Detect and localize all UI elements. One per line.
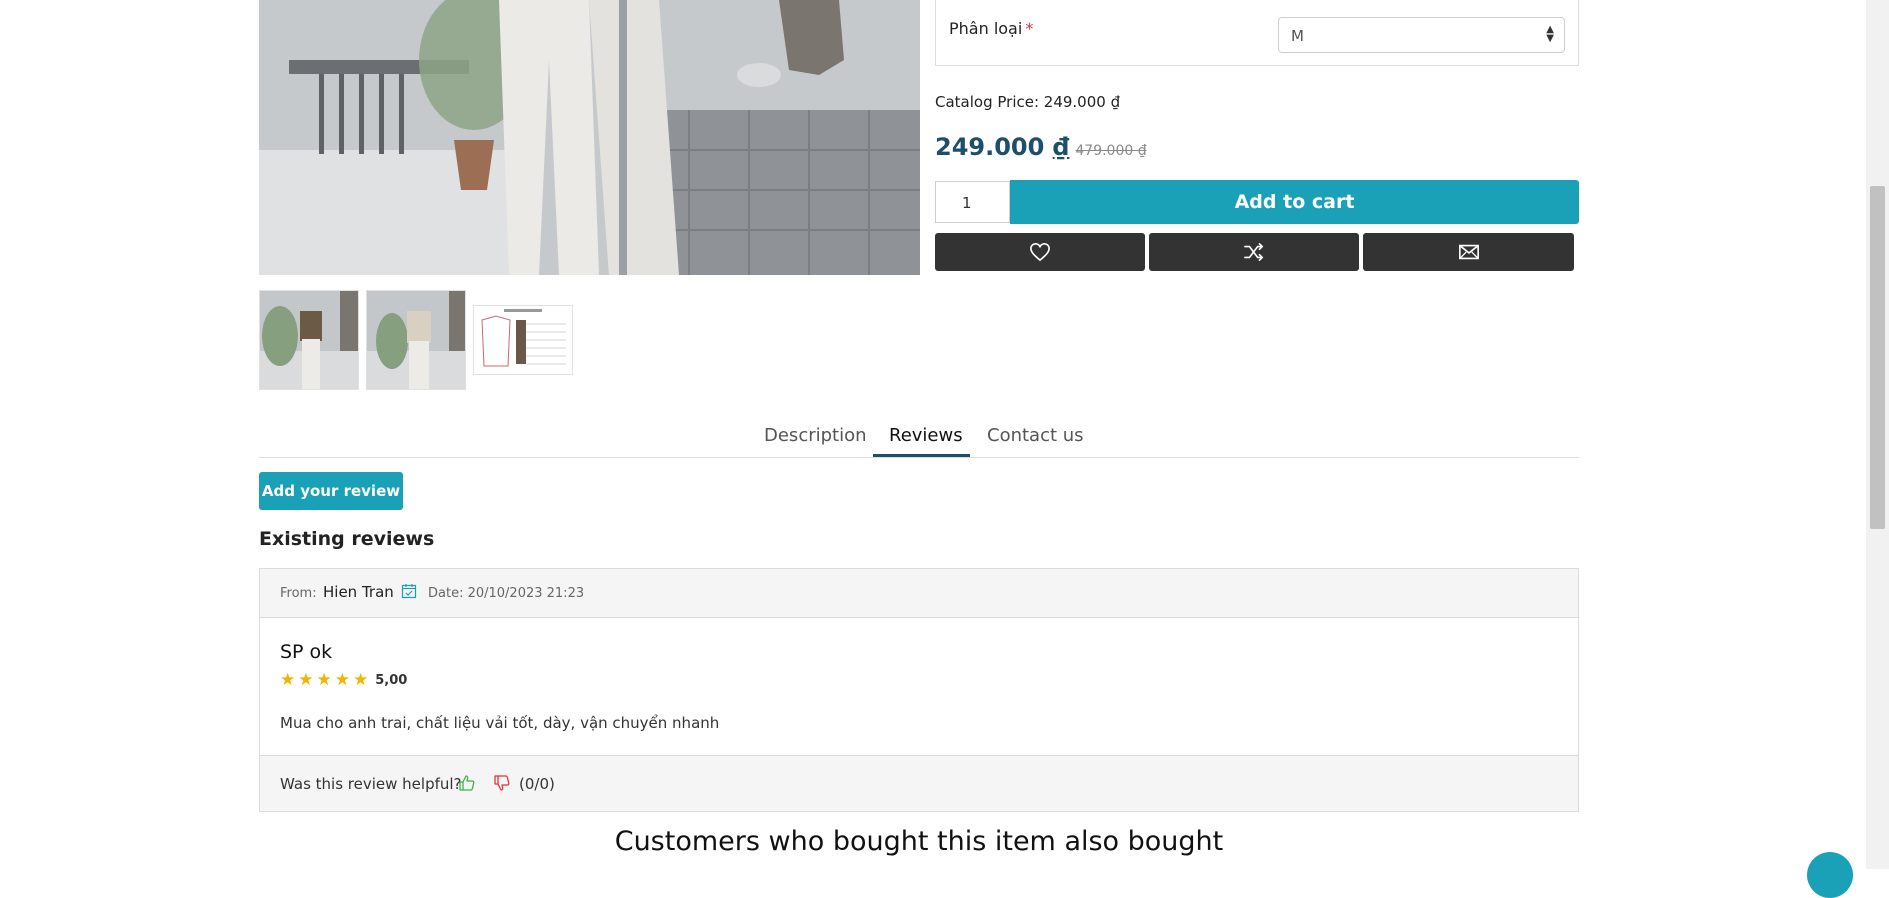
attribute-label: Phân loại *: [949, 19, 1033, 38]
star-icon: ★: [316, 670, 332, 690]
helpful-votes: (0/0): [519, 775, 555, 793]
thumbnail-1[interactable]: [259, 290, 359, 390]
tab-description[interactable]: Description: [764, 425, 867, 446]
product-photo: [259, 0, 920, 275]
star-icon: ★: [280, 670, 296, 690]
thumbnail-size-guide[interactable]: [473, 305, 573, 375]
thumbnail-2[interactable]: [366, 290, 466, 390]
catalog-price: Catalog Price: 249.000 ₫: [935, 93, 1121, 111]
tab-contact-us[interactable]: Contact us: [987, 425, 1084, 446]
existing-reviews-title: Existing reviews: [259, 528, 435, 550]
star-icon: ★: [298, 670, 314, 690]
heart-icon: [1030, 242, 1050, 262]
shuffle-icon: [1244, 243, 1264, 261]
review-item: From: Hien Tran Date: 20/10/2023 21:23 S…: [259, 568, 1579, 812]
also-bought-title: Customers who bought this item also boug…: [614, 826, 1224, 857]
attribute-selected-value: M: [1291, 27, 1304, 45]
email-friend-button[interactable]: [1363, 233, 1574, 271]
review-from-label: From:: [280, 586, 317, 601]
add-review-button[interactable]: Add your review: [259, 472, 403, 510]
tab-reviews[interactable]: Reviews: [889, 425, 963, 446]
add-to-cart-button[interactable]: Add to cart: [1010, 180, 1579, 224]
review-text: Mua cho anh trai, chất liệu vải tốt, dày…: [280, 714, 720, 732]
required-mark: *: [1025, 19, 1034, 38]
product-tabs: Description Reviews Contact us: [259, 415, 1579, 458]
thumbnail-photo: [260, 291, 358, 389]
envelope-icon: [1458, 244, 1479, 260]
review-header: From: Hien Tran Date: 20/10/2023 21:23: [260, 569, 1578, 618]
star-icon: ★: [334, 670, 350, 690]
select-arrows-icon: ▲ ▼: [1546, 24, 1554, 44]
thumbs-down-icon[interactable]: [493, 774, 511, 796]
review-date: Date: 20/10/2023 21:23: [428, 586, 585, 601]
scrollbar-thumb[interactable]: [1870, 186, 1885, 529]
page-scrollbar[interactable]: [1866, 0, 1889, 869]
review-footer: Was this review helpful? (0/0): [260, 755, 1578, 811]
star-icon: ★: [353, 670, 369, 690]
current-price-amount: 249.000: [935, 133, 1045, 161]
thumbs-up-icon[interactable]: [458, 774, 476, 796]
attribute-select[interactable]: M ▲ ▼: [1278, 17, 1565, 53]
attribute-label-text: Phân loại: [949, 19, 1023, 38]
rating-score: 5,00: [375, 672, 408, 688]
review-title: SP ok: [280, 641, 333, 663]
wishlist-button[interactable]: [935, 233, 1145, 271]
review-rating: ★ ★ ★ ★ ★ 5,00: [280, 670, 407, 690]
active-tab-indicator: [873, 454, 970, 457]
current-price-currency: ₫: [1052, 133, 1070, 161]
attribute-box: Phân loại * M ▲ ▼: [935, 0, 1579, 66]
calendar-icon: [401, 583, 417, 603]
size-guide-image: [474, 306, 572, 374]
quantity-input[interactable]: 1: [935, 181, 1010, 223]
price-row: 249.000 ₫ 479.000 ₫: [935, 133, 1147, 161]
compare-button[interactable]: [1149, 233, 1359, 271]
product-main-image[interactable]: [259, 0, 920, 275]
helpful-question: Was this review helpful?: [280, 775, 462, 793]
review-author[interactable]: Hien Tran: [323, 583, 394, 601]
old-price: 479.000 ₫: [1075, 143, 1147, 159]
floating-chat-button[interactable]: [1807, 852, 1853, 898]
current-price: 249.000 ₫: [935, 133, 1069, 161]
quantity-value: 1: [962, 194, 972, 212]
thumbnail-photo: [367, 291, 465, 389]
